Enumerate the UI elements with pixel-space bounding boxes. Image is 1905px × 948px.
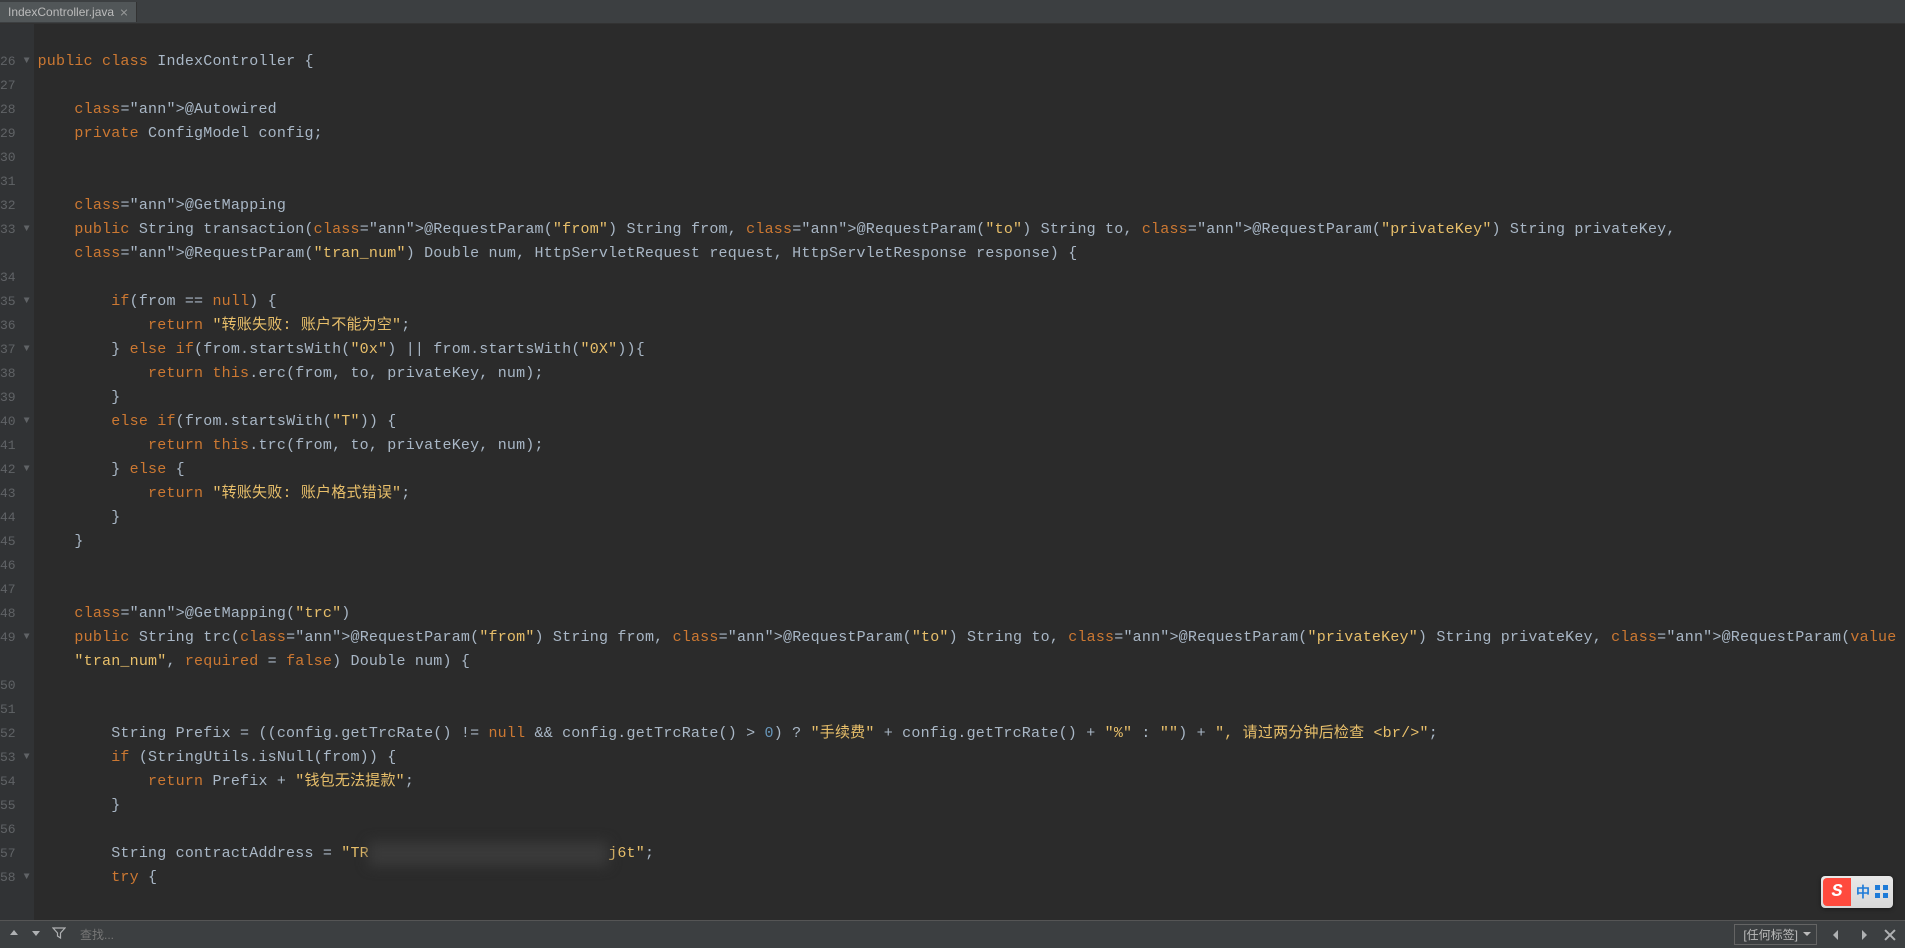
line-gutter: 26▼27282930313233▼3435▼3637▼383940▼4142▼… [0,24,34,920]
file-tab[interactable]: IndexController.java [0,2,137,22]
tab-bar: IndexController.java [0,0,1905,24]
next-icon[interactable] [1855,926,1873,944]
prev-icon[interactable] [1827,926,1845,944]
filter-icon[interactable] [52,926,66,943]
tab-filename: IndexController.java [8,5,114,19]
search-input[interactable] [76,925,1724,945]
code-editor[interactable]: 26▼27282930313233▼3435▼3637▼383940▼4142▼… [0,24,1905,920]
ime-language: 中 [1851,882,1875,902]
status-right: [任何标签] [1734,924,1897,945]
chevron-down-icon[interactable] [30,927,42,942]
close-search-icon[interactable] [1883,928,1897,942]
grid-icon [1875,885,1889,899]
tag-dropdown[interactable]: [任何标签] [1734,924,1817,945]
ime-indicator[interactable]: S 中 [1821,876,1893,908]
chevron-up-icon[interactable] [8,927,20,942]
ime-brand-icon: S [1823,878,1851,906]
close-icon[interactable] [120,8,128,16]
status-bar: [任何标签] [0,920,1905,948]
code-area[interactable]: public class IndexController { class="an… [34,24,1905,920]
